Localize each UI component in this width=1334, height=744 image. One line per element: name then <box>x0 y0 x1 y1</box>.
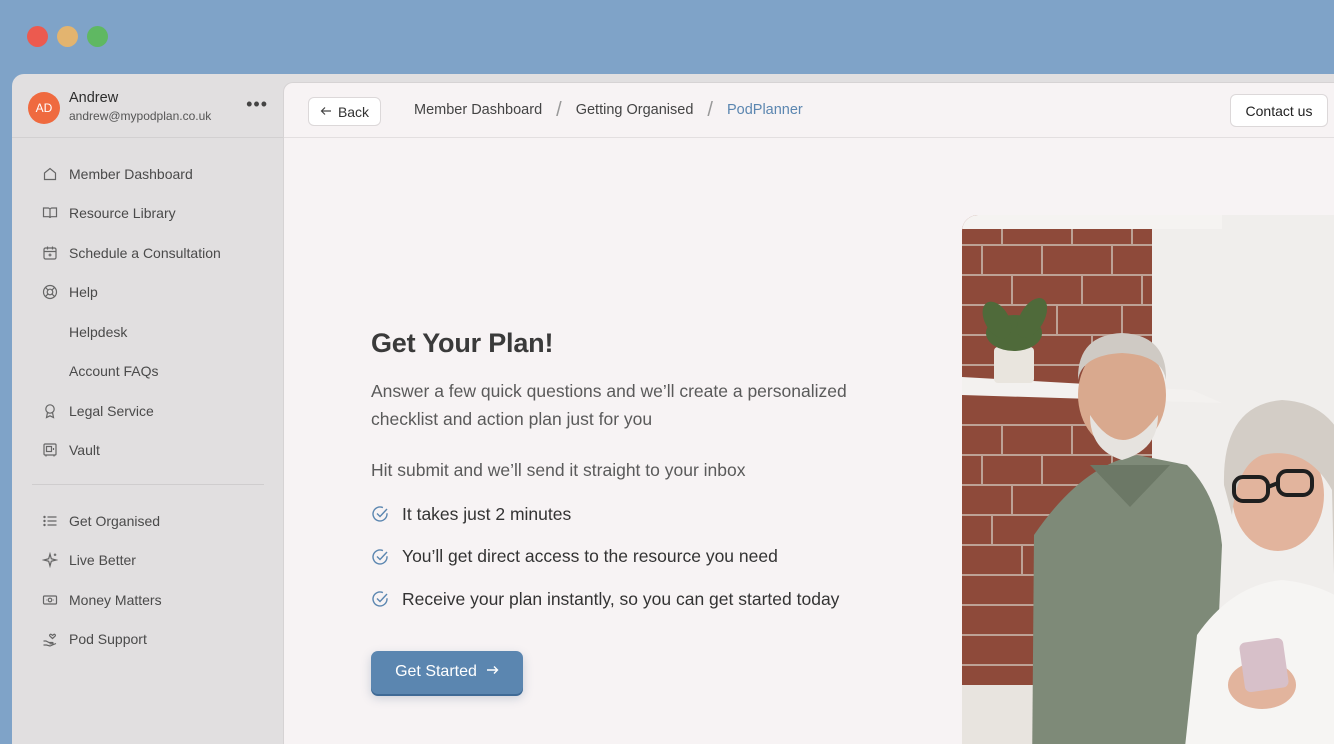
sidebar-item-member-dashboard[interactable]: Member Dashboard <box>12 154 283 194</box>
breadcrumb: Member Dashboard / Getting Organised / P… <box>414 99 803 121</box>
sidebar-item-label: Get Organised <box>69 512 161 529</box>
sidebar-item-label: Member Dashboard <box>69 165 193 182</box>
sidebar-item-label: Money Matters <box>69 591 162 608</box>
hero-content: Get Your Plan! Answer a few quick questi… <box>371 328 891 694</box>
sidebar-item-live-better[interactable]: Live Better <box>12 541 283 581</box>
benefit-text: It takes just 2 minutes <box>402 503 572 524</box>
get-started-button[interactable]: Get Started <box>371 650 523 694</box>
breadcrumb-podplanner: PodPlanner <box>726 102 803 118</box>
contact-us-button[interactable]: Contact us <box>1230 94 1328 127</box>
sidebar-item-label: Legal Service <box>69 402 154 419</box>
sidebar-item-schedule-consultation[interactable]: Schedule a Consultation <box>12 233 283 273</box>
sidebar-item-label: Schedule a Consultation <box>69 244 221 261</box>
calendar-icon <box>42 245 58 261</box>
breadcrumb-separator: / <box>556 99 562 121</box>
hero-photo <box>962 215 1334 744</box>
minimize-window-button[interactable] <box>57 26 78 47</box>
benefit-text: You’ll get direct access to the resource… <box>402 546 778 567</box>
hero-subtitle: Answer a few quick questions and we’ll c… <box>371 381 847 429</box>
main-panel: Back Member Dashboard / Getting Organise… <box>283 82 1334 744</box>
sparkle-icon <box>42 552 58 569</box>
check-circle-icon <box>371 590 389 608</box>
back-button[interactable]: Back <box>308 97 381 126</box>
list-item: You’ll get direct access to the resource… <box>371 536 891 579</box>
top-bar: Back Member Dashboard / Getting Organise… <box>284 83 1334 138</box>
award-icon <box>42 403 58 419</box>
sidebar-item-resource-library[interactable]: Resource Library <box>12 194 283 234</box>
arrow-left-icon <box>320 104 332 120</box>
user-profile[interactable]: AD Andrew andrew@mypodplan.co.uk ••• <box>28 90 268 126</box>
sidebar-item-label: Resource Library <box>69 205 176 222</box>
user-name: Andrew <box>69 90 119 106</box>
couple-photo-illustration <box>962 215 1334 744</box>
maximize-window-button[interactable] <box>87 26 108 47</box>
sidebar-item-vault[interactable]: Vault <box>12 431 283 471</box>
breadcrumb-separator: / <box>707 99 713 121</box>
close-window-button[interactable] <box>27 26 48 47</box>
app-window: AD Andrew andrew@mypodplan.co.uk ••• Mem… <box>12 74 1334 744</box>
sidebar-item-label: Account FAQs <box>69 363 159 380</box>
sidebar-item-help[interactable]: Help <box>12 273 283 313</box>
hand-heart-icon <box>42 631 58 647</box>
back-button-label: Back <box>337 103 370 120</box>
sidebar-item-pod-support[interactable]: Pod Support <box>12 620 283 660</box>
divider <box>32 484 264 485</box>
breadcrumb-getting-organised[interactable]: Getting Organised <box>576 102 694 118</box>
sidebar-item-label: Help <box>69 284 98 301</box>
sidebar-item-label: Helpdesk <box>69 323 128 340</box>
sidebar-item-legal-service[interactable]: Legal Service <box>12 391 283 431</box>
sidebar-nav: Member Dashboard Resource Library Schedu… <box>12 154 283 470</box>
user-email: andrew@mypodplan.co.uk <box>69 109 212 123</box>
sidebar-item-helpdesk[interactable]: Helpdesk <box>12 312 283 352</box>
page-title: Get Your Plan! <box>371 328 554 358</box>
banknote-icon <box>42 592 58 608</box>
sidebar-sections: Get Organised Live Better Money Matters … <box>12 501 283 659</box>
list-item: Receive your plan instantly, so you can … <box>371 578 891 621</box>
sidebar-item-get-organised[interactable]: Get Organised <box>12 501 283 541</box>
safe-icon <box>42 442 58 458</box>
lifebuoy-icon <box>42 284 58 300</box>
get-started-label: Get Started <box>395 663 477 680</box>
arrow-right-icon <box>486 663 499 681</box>
benefit-text: Receive your plan instantly, so you can … <box>402 588 840 609</box>
sidebar: AD Andrew andrew@mypodplan.co.uk ••• Mem… <box>12 74 283 744</box>
avatar: AD <box>28 92 60 124</box>
divider <box>12 137 283 138</box>
sidebar-item-label: Pod Support <box>69 631 147 648</box>
list-icon <box>42 513 58 529</box>
home-icon <box>42 166 58 182</box>
more-options-button[interactable]: ••• <box>246 94 268 115</box>
check-circle-icon <box>371 505 389 523</box>
sidebar-item-label: Vault <box>69 442 100 459</box>
sidebar-item-account-faqs[interactable]: Account FAQs <box>12 352 283 392</box>
sidebar-item-label: Live Better <box>69 552 136 569</box>
list-item: It takes just 2 minutes <box>371 493 891 536</box>
window-controls <box>27 26 108 47</box>
breadcrumb-member-dashboard[interactable]: Member Dashboard <box>414 102 542 118</box>
sidebar-item-money-matters[interactable]: Money Matters <box>12 580 283 620</box>
book-icon <box>42 205 58 221</box>
benefits-list: It takes just 2 minutes You’ll get direc… <box>371 493 891 621</box>
hero-hint: Hit submit and we’ll send it straight to… <box>371 460 746 480</box>
check-circle-icon <box>371 548 389 566</box>
